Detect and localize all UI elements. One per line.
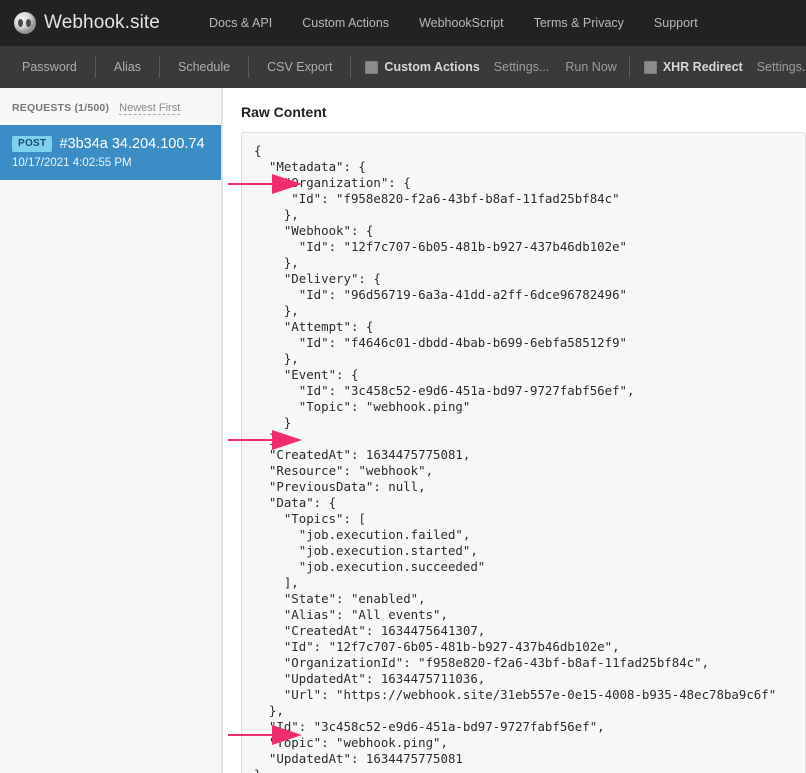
custom-actions-run-now-link[interactable]: Run Now: [557, 60, 624, 74]
requests-count-label: REQUESTS (1/500): [12, 102, 110, 114]
request-list-item[interactable]: POST #3b34a 34.204.100.74 10/17/2021 4:0…: [0, 125, 221, 180]
main-area: REQUESTS (1/500) Newest First POST #3b34…: [0, 88, 806, 773]
toolbar-divider: [628, 56, 630, 78]
toolbar-link-alias[interactable]: Alias: [100, 60, 155, 74]
brand-logo-link[interactable]: Webhook.site: [14, 12, 160, 34]
requests-sidebar: REQUESTS (1/500) Newest First POST #3b34…: [0, 88, 222, 773]
xhr-redirect-label: XHR Redirect: [662, 60, 743, 74]
brand-name: Webhook.site: [44, 12, 160, 33]
custom-actions-label: Custom Actions: [384, 60, 480, 74]
requests-sort-toggle[interactable]: Newest First: [119, 102, 181, 115]
xhr-redirect-toggle[interactable]: XHR Redirect: [634, 60, 749, 74]
raw-content-panel: Raw Content { "Metadata": { "Organizatio…: [222, 88, 806, 773]
toolbar-divider: [350, 56, 352, 78]
custom-actions-toggle[interactable]: Custom Actions: [355, 60, 485, 74]
request-item-title: #3b34a 34.204.100.74: [59, 136, 205, 152]
raw-content-body: { "Metadata": { "Organization": { "Id": …: [254, 143, 777, 773]
secondary-toolbar: Password Alias Schedule CSV Export Custo…: [0, 46, 806, 88]
request-item-timestamp: 10/17/2021 4:02:55 PM: [12, 157, 132, 169]
nav-link-webhookscript[interactable]: WebhookScript: [404, 16, 519, 30]
nav-link-custom-actions[interactable]: Custom Actions: [287, 16, 404, 30]
requests-header: REQUESTS (1/500) Newest First: [0, 88, 221, 125]
toolbar-divider: [94, 56, 96, 78]
navbar-links: Docs & API Custom Actions WebhookScript …: [194, 16, 713, 30]
toolbar-link-csv-export[interactable]: CSV Export: [253, 60, 346, 74]
nav-link-docs-api[interactable]: Docs & API: [194, 16, 287, 30]
toolbar-link-schedule[interactable]: Schedule: [164, 60, 244, 74]
request-method-badge: POST: [12, 136, 53, 152]
toolbar-divider: [248, 56, 250, 78]
nav-link-terms-privacy[interactable]: Terms & Privacy: [519, 16, 639, 30]
request-item-row: POST #3b34a 34.204.100.74: [12, 136, 209, 152]
custom-actions-settings-link[interactable]: Settings...: [486, 60, 558, 74]
toolbar-link-password[interactable]: Password: [16, 60, 91, 74]
custom-actions-checkbox-icon[interactable]: [365, 60, 379, 74]
raw-content-heading: Raw Content: [241, 104, 327, 120]
xhr-redirect-settings-link[interactable]: Settings...: [749, 60, 806, 74]
raw-content-box[interactable]: { "Metadata": { "Organization": { "Id": …: [241, 132, 806, 773]
top-navbar: Webhook.site Docs & API Custom Actions W…: [0, 0, 806, 46]
nav-link-support[interactable]: Support: [639, 16, 713, 30]
xhr-redirect-checkbox-icon[interactable]: [643, 60, 657, 74]
toolbar-divider: [158, 56, 160, 78]
webhook-logo-icon: [14, 12, 36, 34]
